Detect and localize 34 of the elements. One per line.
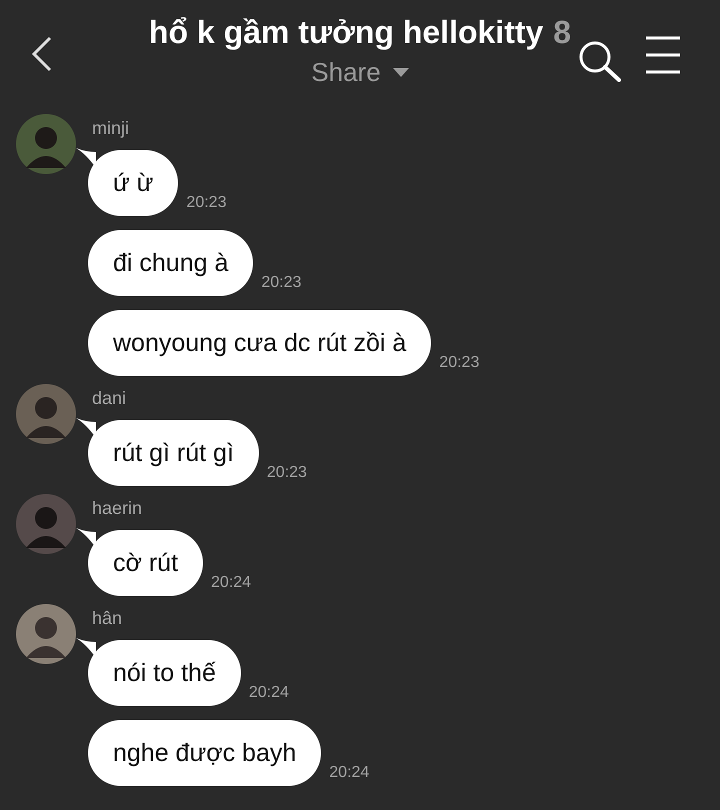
message-time: 20:24 (329, 764, 370, 782)
message-bubble: nghe được bayh (88, 720, 322, 786)
message-time: 20:23 (266, 464, 307, 482)
message-time: 20:24 (248, 684, 289, 702)
search-icon (578, 40, 622, 82)
sender-name: haerin (92, 498, 144, 520)
message-bubble: cờ rút (88, 530, 204, 596)
message-bubble: đi chung à (88, 230, 254, 296)
search-button[interactable] (578, 40, 622, 82)
bubble-tail (76, 148, 96, 168)
avatar[interactable] (16, 494, 76, 554)
bubble-tail (76, 638, 96, 658)
message-bubble: nói to thế (88, 640, 241, 706)
message-time: 20:23 (261, 274, 302, 292)
sender-name: minji (92, 118, 130, 140)
avatar[interactable] (16, 114, 76, 174)
avatar[interactable] (16, 384, 76, 444)
member-count: 8 (553, 14, 572, 51)
message-bubble: ứ ừ (88, 150, 178, 216)
share-dropdown[interactable]: Share (311, 57, 409, 88)
message-bubble: rút gì rút gì (88, 420, 259, 486)
menu-button[interactable] (644, 36, 682, 74)
bubble-tail (76, 418, 96, 438)
message-time: 20:23 (439, 354, 480, 372)
message-bubble: wonyoung cưa dc rút zồi à (88, 310, 432, 376)
sender-name: dani (92, 388, 128, 410)
message-time: 20:24 (211, 574, 252, 592)
sender-name: hân (92, 608, 124, 630)
bubble-tail (76, 528, 96, 548)
message-time: 20:23 (186, 194, 226, 212)
caret-icon (392, 68, 409, 77)
chat-title: hổ k gầm tưởng hellokitty (148, 14, 544, 51)
avatar[interactable] (16, 604, 76, 664)
menu-icon (644, 36, 682, 74)
